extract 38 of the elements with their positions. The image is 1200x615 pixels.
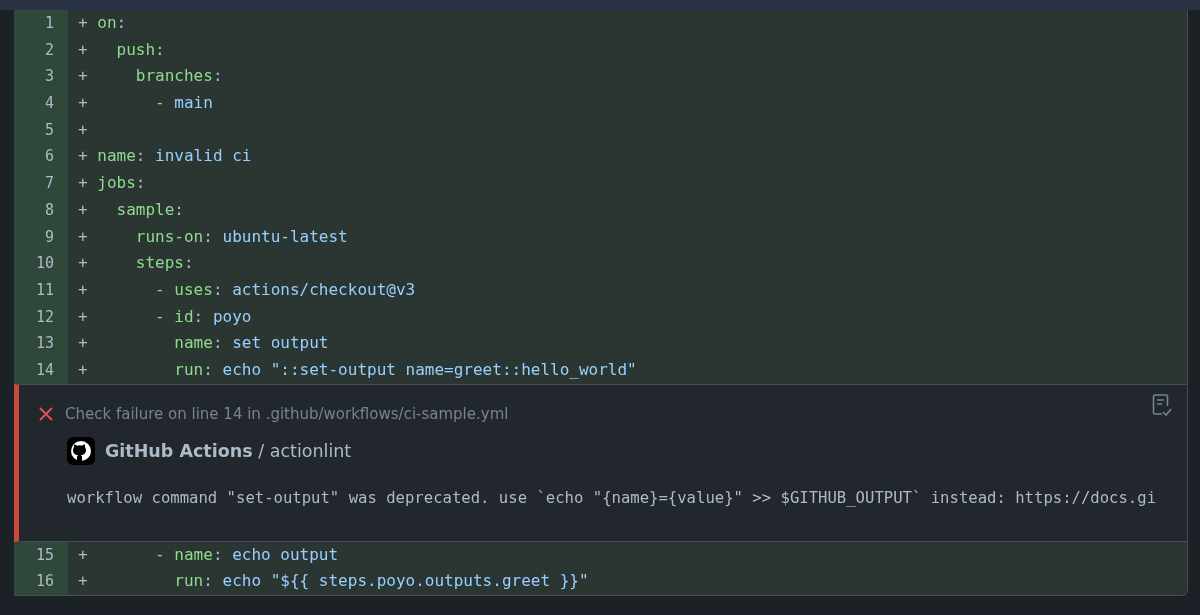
line-number: 10: [14, 250, 68, 277]
octocat-icon: [67, 436, 95, 465]
code-line: + push:: [77, 38, 165, 61]
code-line: + on:: [77, 12, 127, 34]
code-line: + runs-on: ubuntu-latest: [77, 225, 348, 248]
line-number: 6: [14, 143, 68, 171]
line-number: 4: [14, 90, 68, 117]
line-number: 16: [14, 568, 68, 595]
line-number: 12: [14, 303, 68, 331]
code-line: + run: echo "${{ steps.poyo.outputs.greet }}": [77, 570, 589, 593]
code-line: + run: echo "::set-output name=greet::hello_world": [77, 358, 637, 381]
line-number: 9: [14, 223, 68, 251]
code-line: + branches:: [77, 65, 223, 88]
line-number: 3: [14, 63, 68, 91]
check-source: GitHub Actions / actionlint: [105, 440, 352, 461]
annotation-message: workflow command "set-output" was deprecated. use `echo "{name}={value}" >> $GITHUB_OUTPUT` instead: https://docs.gi: [67, 488, 1158, 507]
code-line: + name: invalid ci: [77, 145, 252, 168]
line-number: 13: [14, 330, 68, 357]
line-number: 5: [14, 116, 68, 144]
line-number: 1: [14, 10, 68, 37]
line-number: 15: [14, 541, 68, 569]
code-line: +: [77, 118, 89, 141]
note-check-icon[interactable]: [1151, 392, 1173, 417]
line-number: 7: [14, 170, 68, 197]
close-icon: [39, 406, 53, 421]
code-line: + - uses: actions/checkout@v3: [77, 278, 416, 301]
code-line: + sample:: [77, 198, 184, 221]
code-line: + - name: echo output: [77, 543, 339, 566]
code-line: + name: set output: [77, 332, 329, 355]
line-number: 8: [14, 196, 68, 224]
code-line: + - main: [77, 92, 213, 115]
line-number: 2: [14, 36, 68, 64]
line-number: 11: [14, 276, 68, 304]
code-line: + steps:: [77, 252, 194, 275]
annotation-title: Check failure on line 14 in .github/workflows/ci-sample.yml: [65, 404, 509, 423]
code-line: + jobs:: [77, 172, 146, 195]
line-number: 14: [14, 356, 68, 384]
code-line: + - id: poyo: [77, 305, 252, 328]
